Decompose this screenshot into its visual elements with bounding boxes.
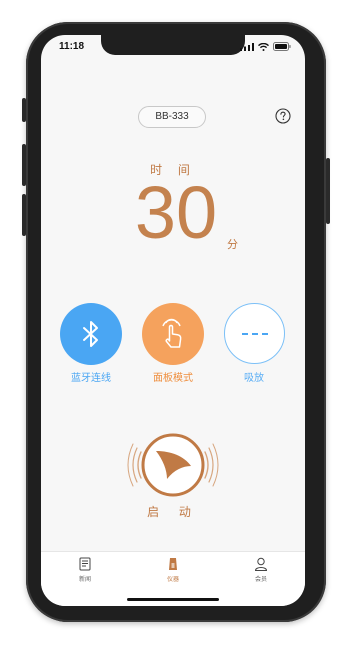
dots-icon (241, 332, 268, 335)
volume-up-button (22, 144, 26, 186)
bluetooth-icon (83, 321, 98, 347)
panel-mode-button[interactable] (142, 303, 204, 365)
timer-value: 30 (134, 171, 218, 254)
tab-news[interactable]: 新闻 (41, 552, 129, 606)
question-circle-icon[interactable] (275, 108, 291, 124)
app-screen: 11:18 BB-333 时 间 30 分 蓝牙连线 面板模式 吸放 启 动 新… (41, 35, 305, 606)
tab-news-label: 新闻 (78, 576, 91, 583)
status-time: 11:18 (59, 41, 85, 52)
bluetooth-label: 蓝牙连线 (71, 373, 111, 384)
battery-icon (273, 42, 291, 51)
power-button (326, 158, 330, 224)
suction-button[interactable] (224, 303, 285, 364)
home-indicator (127, 598, 219, 601)
panel-mode-label: 面板模式 (153, 373, 193, 384)
hand-tap-icon (162, 318, 182, 348)
user-icon (254, 557, 268, 571)
signal-icon (240, 42, 254, 51)
wifi-icon (258, 42, 269, 51)
status-icons (240, 42, 291, 51)
tab-device-label: 仪器 (166, 576, 179, 583)
document-icon (79, 557, 91, 571)
start-label: 启 动 (147, 505, 199, 519)
suction-label: 吸放 (244, 373, 264, 384)
tab-member-label: 会员 (254, 576, 267, 583)
device-id-badge[interactable]: BB-333 (138, 106, 206, 128)
mute-switch (22, 98, 26, 122)
tab-bar: 新闻 仪器 会员 (41, 551, 305, 606)
device-icon (169, 558, 177, 570)
volume-down-button (22, 194, 26, 236)
start-button[interactable] (123, 430, 223, 500)
timer-unit: 分 (227, 238, 238, 251)
bluetooth-button[interactable] (60, 303, 122, 365)
notch (101, 35, 245, 55)
tab-member[interactable]: 会员 (217, 552, 305, 606)
start-logo-icon (127, 433, 219, 497)
